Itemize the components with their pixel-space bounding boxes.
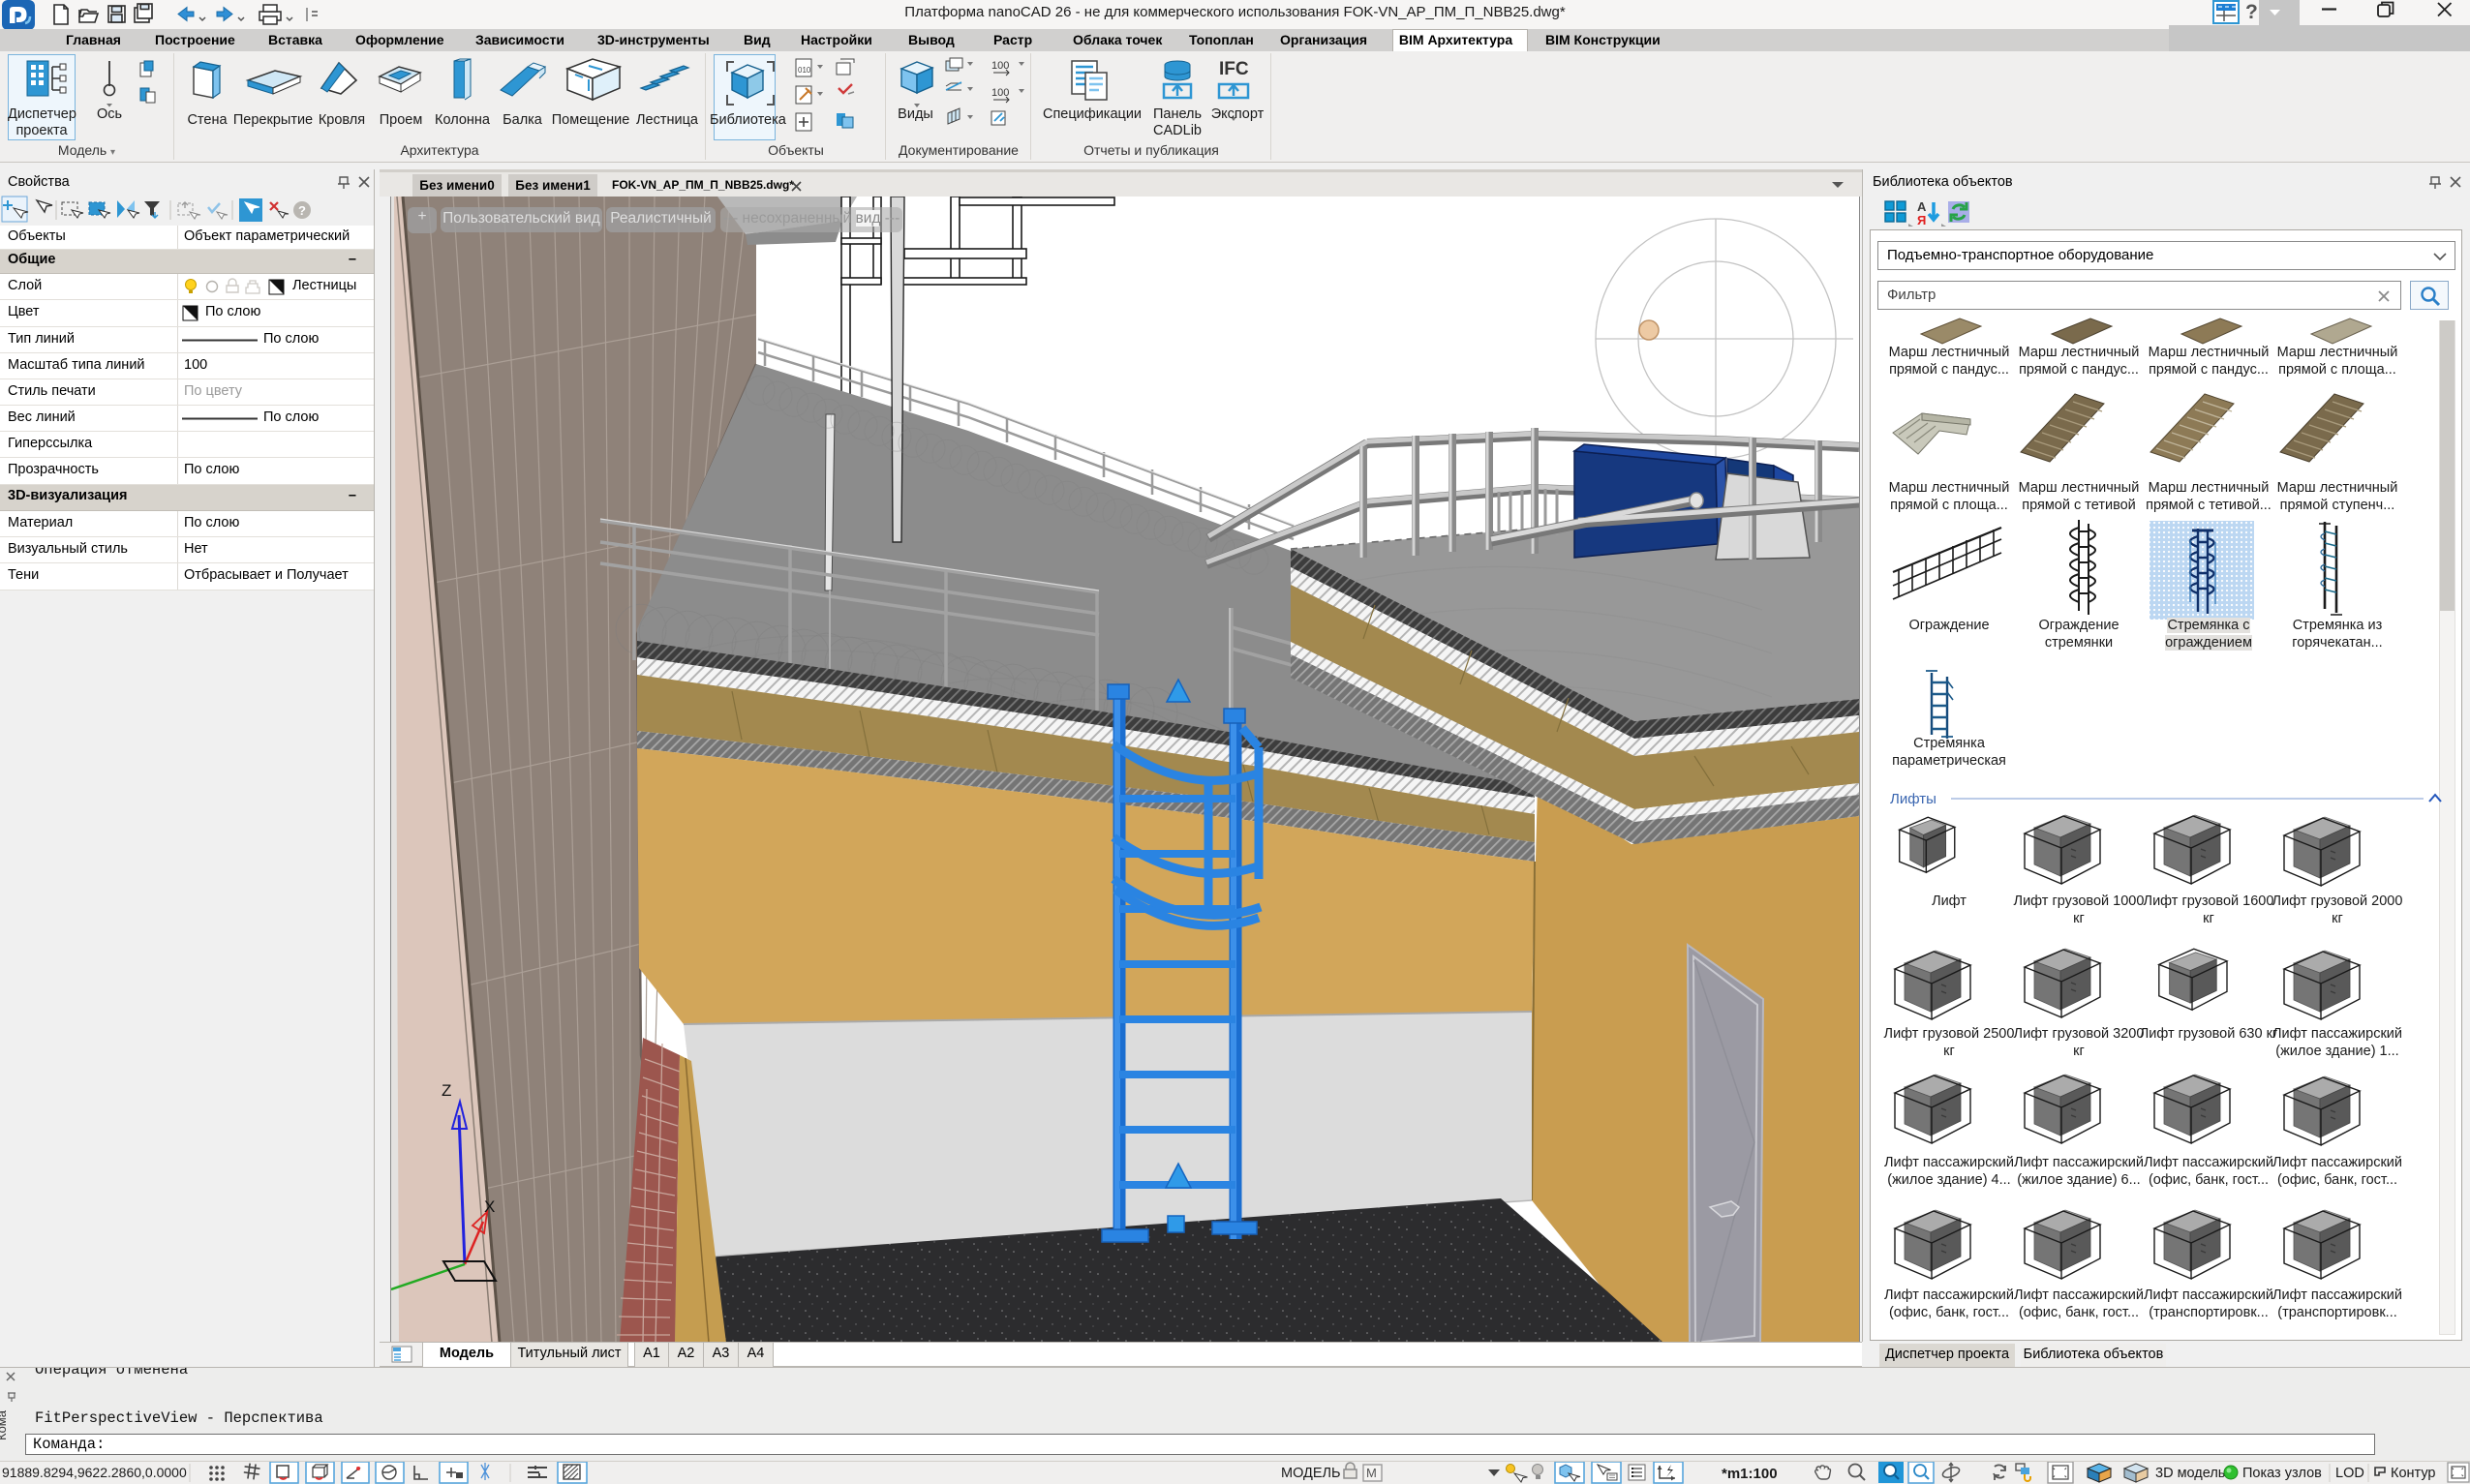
svg-text:?: ?: [298, 203, 306, 218]
svg-text:Z: Z: [442, 1081, 451, 1100]
svg-text:Лифты: Лифты: [1890, 791, 1936, 807]
svg-text:Контур: Контур: [2391, 1466, 2435, 1481]
svg-text:91889.8294,9622.2860,0.0000: 91889.8294,9622.2860,0.0000: [2, 1465, 187, 1480]
svg-text:Показ узлов: Показ узлов: [2242, 1466, 2322, 1481]
svg-text:*m1:100: *m1:100: [1722, 1466, 1778, 1482]
svg-text:МОДЕЛЬ: МОДЕЛЬ: [1281, 1466, 1341, 1481]
svg-text:М: М: [1366, 1466, 1377, 1480]
svg-text:X: X: [484, 1197, 495, 1216]
svg-text:3D модель: 3D модель: [2155, 1466, 2225, 1481]
svg-text:LOD: LOD: [2335, 1466, 2364, 1481]
